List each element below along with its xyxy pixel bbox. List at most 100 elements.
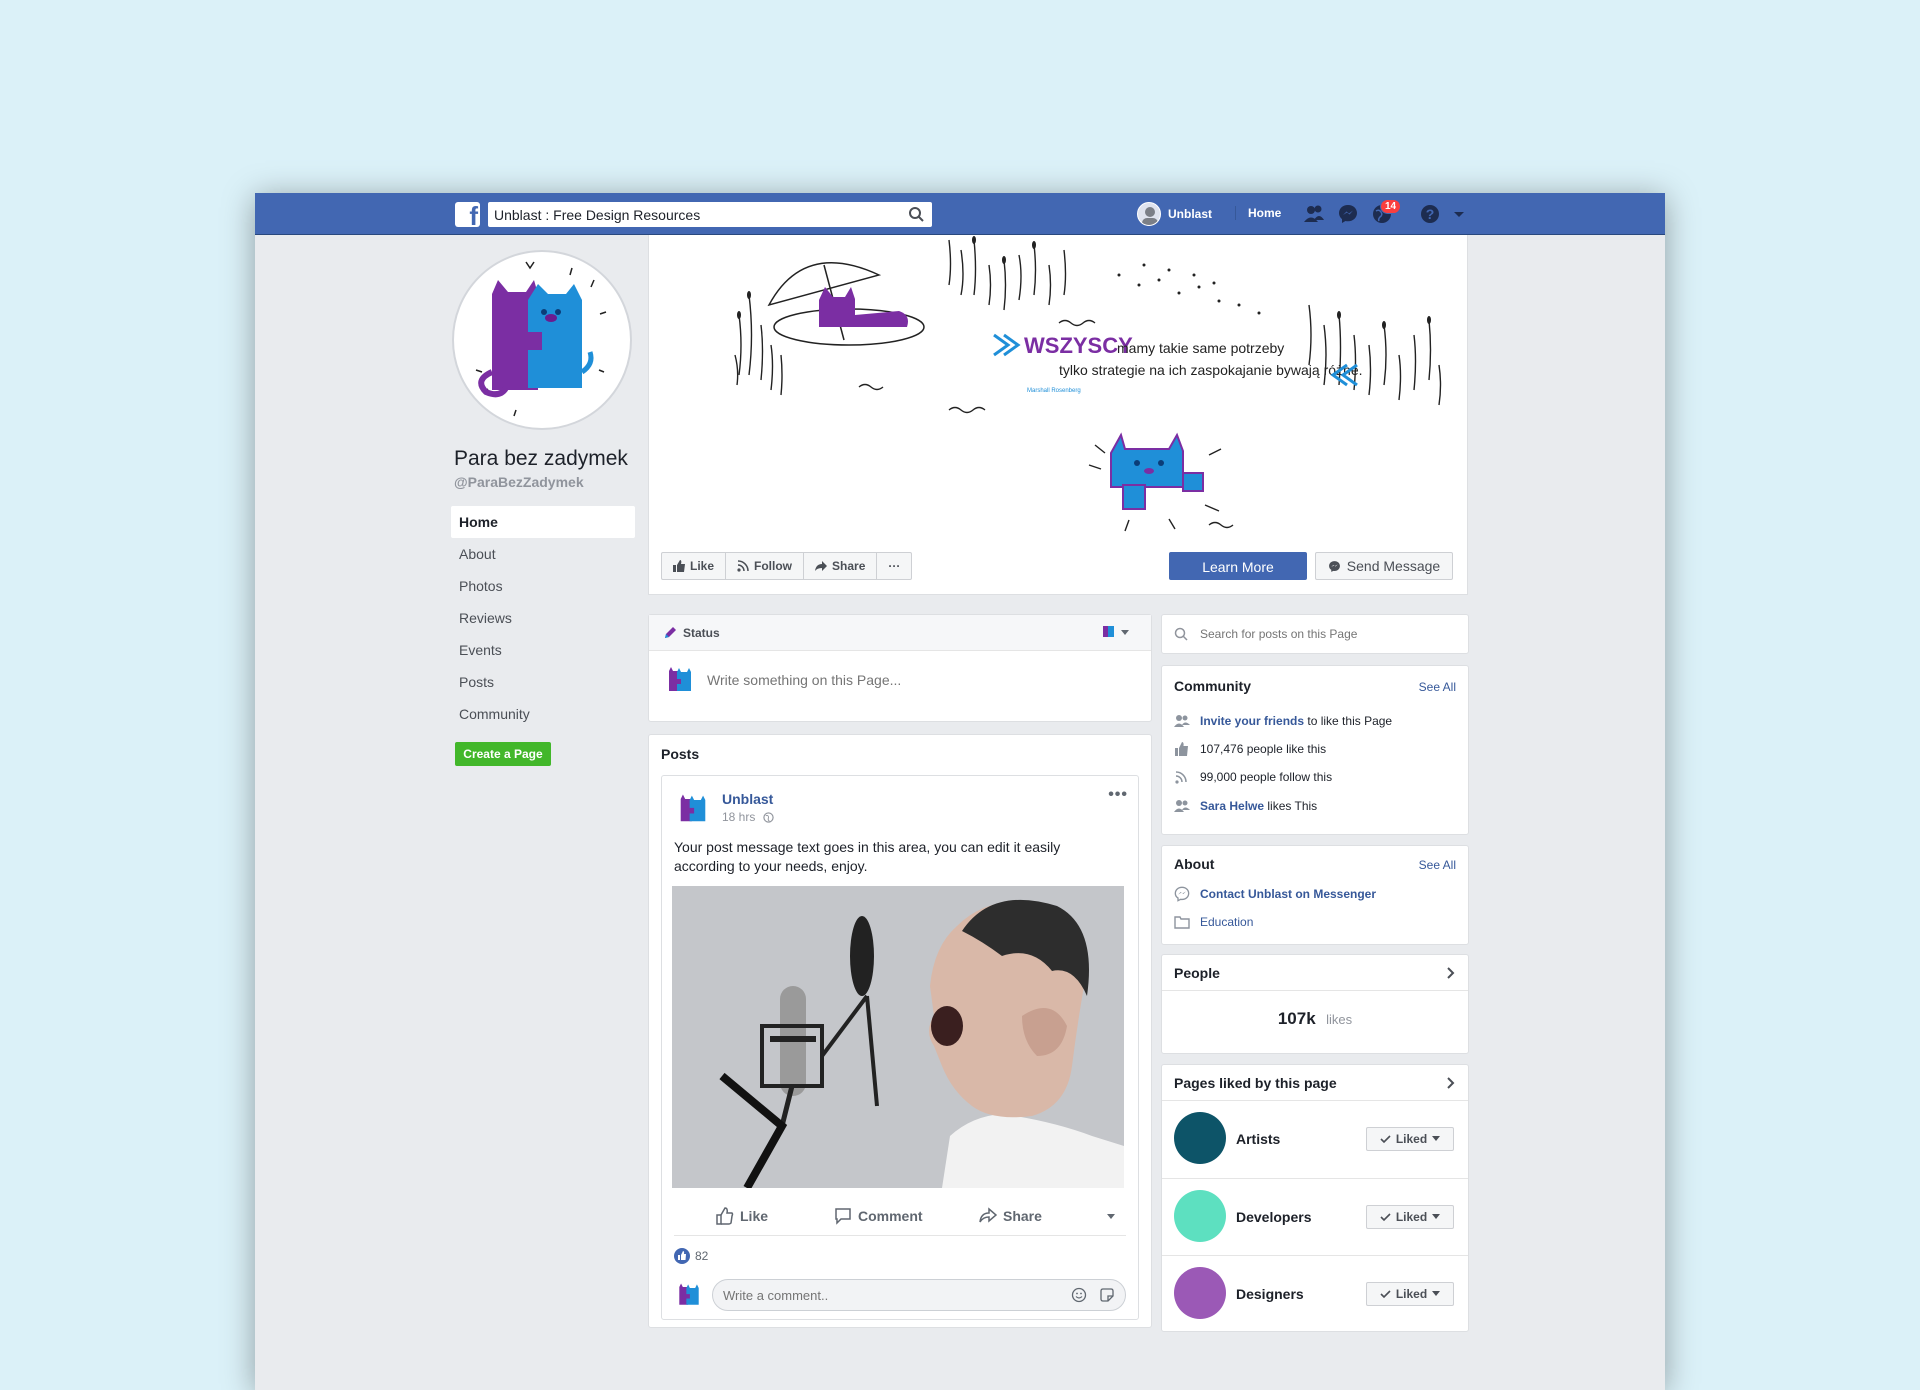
like-page-label: Like xyxy=(690,559,715,573)
thumbs-up-icon xyxy=(673,560,685,572)
post-author-name[interactable]: Unblast xyxy=(722,791,773,807)
caret-down-icon xyxy=(1432,1136,1441,1141)
sticker-icon[interactable] xyxy=(1099,1287,1115,1303)
page-name[interactable]: Para bez zadymek xyxy=(454,447,628,471)
pages-liked-header[interactable]: Pages liked by this page xyxy=(1162,1065,1468,1101)
nav-item-reviews[interactable]: Reviews xyxy=(451,602,635,634)
nav-item-about[interactable]: About xyxy=(451,538,635,570)
community-title: Community xyxy=(1174,678,1251,694)
post-author-avatar[interactable] xyxy=(674,790,712,833)
people-likes-summary: 107k likes xyxy=(1162,1009,1468,1029)
follow-page-button[interactable]: Follow xyxy=(726,553,805,579)
contact-messenger-link[interactable]: Contact Unblast on Messenger xyxy=(1200,887,1376,901)
checkmark-icon xyxy=(1380,1134,1391,1143)
user-avatar xyxy=(1137,202,1161,226)
category-link[interactable]: Education xyxy=(1200,915,1253,929)
about-card: About See All Contact Unblast on Messeng… xyxy=(1161,845,1469,945)
about-category-row: Education xyxy=(1174,915,1253,929)
friends-icon xyxy=(1174,715,1190,727)
post-like-button[interactable]: Like xyxy=(716,1206,768,1225)
help-icon[interactable]: ? xyxy=(1418,202,1442,226)
page-avatar-icon xyxy=(663,663,697,697)
post-comment-button[interactable]: Comment xyxy=(834,1207,923,1225)
messenger-icon xyxy=(1328,560,1340,572)
top-navigation-bar: f Unblast Home 14 xyxy=(255,193,1665,235)
page-profile-picture[interactable] xyxy=(452,250,632,430)
global-search-input[interactable] xyxy=(488,202,888,227)
post-share-button[interactable]: Share xyxy=(979,1206,1042,1225)
cover-quote-author: Marshall Rosenberg xyxy=(1027,388,1081,394)
cat-dog-logo-icon xyxy=(475,261,607,417)
community-invite-row: Invite your friends to like this Page xyxy=(1174,714,1392,728)
share-page-button[interactable]: Share xyxy=(804,553,878,579)
page-post-search-input[interactable] xyxy=(1200,627,1450,641)
pencil-icon xyxy=(665,626,676,638)
share-page-label: Share xyxy=(832,559,866,573)
send-message-button[interactable]: Send Message xyxy=(1315,552,1453,580)
nav-item-posts[interactable]: Posts xyxy=(451,666,635,698)
post-options-button[interactable]: ••• xyxy=(1108,786,1128,804)
friends-icon xyxy=(1174,800,1190,812)
community-see-all-link[interactable]: See All xyxy=(1419,680,1456,694)
boy-singing-microphone-image xyxy=(672,886,1124,1188)
more-actions-button[interactable]: ··· xyxy=(877,553,911,579)
nav-item-home[interactable]: Home xyxy=(451,506,635,538)
nav-item-community[interactable]: Community xyxy=(451,698,635,730)
cover-photo[interactable]: WSZYSCY mamy takie same potrzeby tylko s… xyxy=(649,235,1467,540)
about-title: About xyxy=(1174,856,1215,872)
liked-page-name[interactable]: Developers xyxy=(1236,1209,1311,1225)
page-action-row: Like Follow Share ··· Learn More Send Me… xyxy=(649,540,1467,594)
emoji-icon[interactable] xyxy=(1071,1287,1087,1303)
liked-page-avatar[interactable] xyxy=(1174,1190,1226,1242)
post-action-bar: Like Comment Share xyxy=(674,1196,1126,1236)
post-share-label: Share xyxy=(1003,1207,1042,1224)
audience-dropdown-icon[interactable] xyxy=(1106,1211,1116,1221)
liked-toggle-button[interactable]: Liked xyxy=(1366,1127,1454,1151)
notification-badge: 14 xyxy=(1380,199,1402,214)
facebook-logo-icon[interactable]: f xyxy=(455,202,480,229)
nav-item-events[interactable]: Events xyxy=(451,634,635,666)
liked-page-name[interactable]: Designers xyxy=(1236,1286,1304,1302)
post-photo[interactable] xyxy=(672,886,1124,1188)
messenger-icon[interactable] xyxy=(1336,202,1360,226)
thumbs-up-icon xyxy=(1175,742,1188,756)
liked-toggle-button[interactable]: Liked xyxy=(1366,1282,1454,1306)
globe-privacy-icon[interactable] xyxy=(763,811,775,823)
friend-requests-icon[interactable] xyxy=(1302,202,1326,226)
friend-name-link[interactable]: Sara Helwe xyxy=(1200,799,1264,813)
about-messenger-row: Contact Unblast on Messenger xyxy=(1174,886,1376,902)
thumbs-up-outline-icon xyxy=(716,1206,734,1225)
liked-page-name[interactable]: Artists xyxy=(1236,1131,1280,1147)
follow-page-label: Follow xyxy=(754,559,793,573)
checkmark-icon xyxy=(1380,1289,1391,1298)
learn-more-button[interactable]: Learn More xyxy=(1169,552,1307,580)
posting-as-selector-icon[interactable] xyxy=(1103,625,1131,639)
page-navigation: Home About Photos Reviews Events Posts C… xyxy=(451,506,635,730)
create-page-button[interactable]: Create a Page xyxy=(455,742,551,766)
nav-item-photos[interactable]: Photos xyxy=(451,570,635,602)
invite-friends-link[interactable]: Invite your friends xyxy=(1200,714,1304,728)
tab-status[interactable]: Status xyxy=(683,626,720,640)
home-link[interactable]: Home xyxy=(1235,206,1281,220)
commenter-avatar xyxy=(679,1283,699,1305)
liked-page-avatar[interactable] xyxy=(1174,1267,1226,1319)
like-page-button[interactable]: Like xyxy=(662,553,727,579)
comment-bubble-icon xyxy=(835,1207,851,1225)
liked-toggle-button[interactable]: Liked xyxy=(1366,1205,1454,1229)
post-time-text[interactable]: 18 hrs xyxy=(722,810,755,824)
page-handle[interactable]: @ParaBezZadymek xyxy=(454,474,584,490)
people-header[interactable]: People xyxy=(1162,955,1468,991)
profile-link[interactable]: Unblast xyxy=(1137,202,1212,226)
composer-body xyxy=(649,651,1151,709)
page-actions-group: Like Follow Share ··· xyxy=(661,552,913,580)
comment-input[interactable] xyxy=(723,1287,1071,1303)
cover-illustration: WSZYSCY mamy takie same potrzeby tylko s… xyxy=(734,236,1442,532)
rss-follow-icon xyxy=(737,560,749,572)
account-menu-chevron-icon[interactable] xyxy=(1447,202,1471,226)
liked-button-label: Liked xyxy=(1395,1287,1428,1301)
liked-page-avatar[interactable] xyxy=(1174,1112,1226,1164)
post-reactions[interactable]: 82 xyxy=(674,1248,708,1264)
about-see-all-link[interactable]: See All xyxy=(1419,858,1456,872)
composer-input[interactable] xyxy=(707,672,1087,688)
search-icon[interactable] xyxy=(904,205,928,224)
